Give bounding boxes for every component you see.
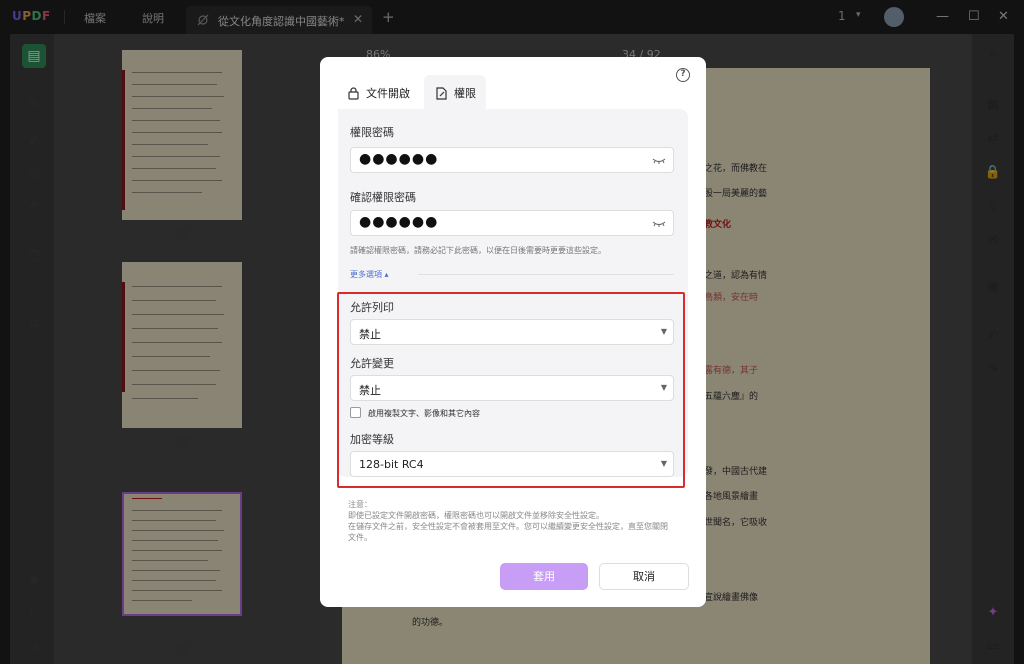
encryption-level-label: 加密等級 xyxy=(350,433,394,446)
allow-print-value: 禁止 xyxy=(359,328,381,341)
chevron-down-icon: ▼ xyxy=(660,459,667,468)
encryption-level-select[interactable]: 128-bit RC4 ▼ xyxy=(350,451,674,477)
tab-permissions-label: 權限 xyxy=(454,87,476,100)
note-title: 注意： xyxy=(348,500,372,509)
chevron-down-icon: ▼ xyxy=(660,383,667,392)
copy-content-label: 啟用複製文字、影像和其它內容 xyxy=(368,409,480,418)
password-hint: 請確認權限密碼，請務必記下此密碼，以便在日後需要時更要這些設定。 xyxy=(350,246,606,255)
note-line: 在儲存文件之前，安全性設定不會被套用至文件。您可以繼續變更安全性設定，直至您關閉 xyxy=(348,522,668,531)
note-line: 文件。 xyxy=(348,533,372,542)
security-dialog: ? 文件開啟 權限 權限密碼 ●●●●●● 確認權限密碼 ●●●●●● 請確認權… xyxy=(320,57,706,607)
password-value: ●●●●●● xyxy=(359,151,439,167)
tab-open-document-label: 文件開啟 xyxy=(366,87,410,100)
eye-closed-icon[interactable] xyxy=(651,152,667,168)
lock-icon xyxy=(346,86,360,100)
apply-button[interactable]: 套用 xyxy=(500,563,588,590)
note-line: 即使已設定文件開啟密碼，權限密碼也可以開啟文件並移除安全性設定。 xyxy=(348,511,604,520)
tab-open-document[interactable]: 文件開啟 xyxy=(346,75,426,111)
allow-change-select[interactable]: 禁止 ▼ xyxy=(350,375,674,401)
allow-change-label: 允許變更 xyxy=(350,357,394,370)
allow-print-label: 允許列印 xyxy=(350,301,394,314)
dialog-tabs: 文件開啟 權限 xyxy=(338,75,688,111)
permissions-panel: 權限密碼 ●●●●●● 確認權限密碼 ●●●●●● 請確認權限密碼，請務必記下此… xyxy=(338,109,688,477)
more-options-link[interactable]: 更多選項 ▴ xyxy=(350,269,389,280)
confirm-password-label: 確認權限密碼 xyxy=(350,191,416,204)
permission-password-field[interactable]: ●●●●●● xyxy=(350,147,674,173)
edit-document-icon xyxy=(434,86,448,100)
chevron-down-icon: ▼ xyxy=(660,327,667,336)
encryption-level-value: 128-bit RC4 xyxy=(359,458,424,471)
cancel-button[interactable]: 取消 xyxy=(599,563,689,590)
confirm-password-value: ●●●●●● xyxy=(359,214,439,230)
allow-print-select[interactable]: 禁止 ▼ xyxy=(350,319,674,345)
eye-closed-icon[interactable] xyxy=(651,215,667,231)
copy-content-checkbox[interactable] xyxy=(350,407,361,418)
divider xyxy=(418,274,674,275)
tab-permissions[interactable]: 權限 xyxy=(424,75,486,111)
confirm-password-field[interactable]: ●●●●●● xyxy=(350,210,674,236)
permission-password-label: 權限密碼 xyxy=(350,126,394,139)
allow-change-value: 禁止 xyxy=(359,384,381,397)
